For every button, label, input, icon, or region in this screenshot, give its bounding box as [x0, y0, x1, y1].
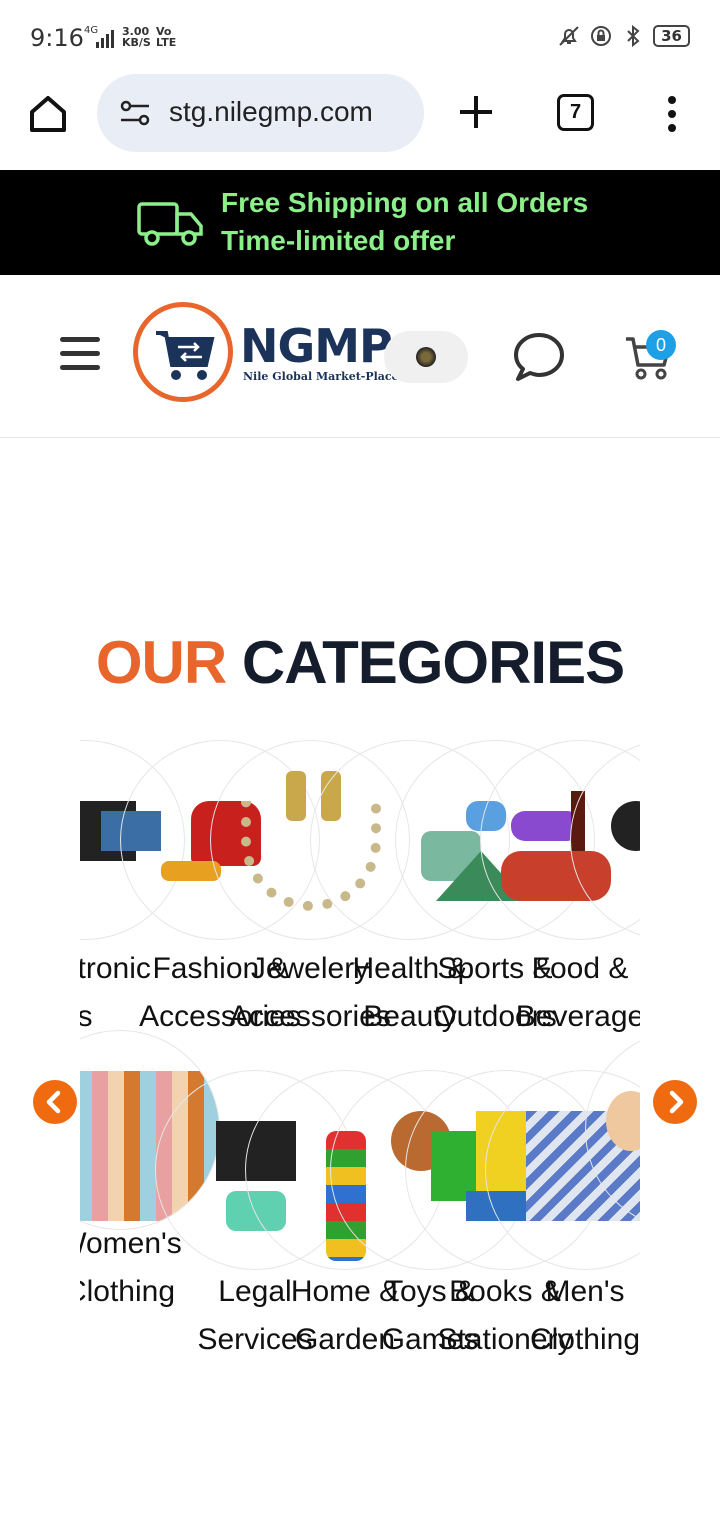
logo-tagline: Nile Global Market-Place [243, 370, 399, 383]
battery-indicator: 36 [653, 25, 690, 47]
category-label: Men's Clothing [529, 1275, 640, 1356]
category-label: A& [570, 945, 640, 993]
cart-count-badge: 0 [646, 330, 676, 360]
section-title: OUR CATEGORIES [0, 628, 720, 697]
bell-off-icon [559, 26, 579, 46]
more-options-icon[interactable] [660, 94, 684, 134]
status-time: 9:16 [30, 24, 84, 52]
address-bar[interactable]: stg.nilegmp.com [97, 74, 424, 152]
promo-line-1: Free Shipping on all Orders [221, 187, 589, 218]
logo-wordmark: NGMP [240, 319, 393, 373]
promo-banner: Free Shipping on all Orders Time-limited… [0, 170, 720, 275]
bluetooth-icon [627, 24, 640, 48]
category-label: Ba [585, 1220, 640, 1268]
logo-cart-icon [156, 331, 215, 380]
home-icon[interactable] [26, 92, 70, 136]
site-header: NGMP Nile Global Market-Place 0 [0, 275, 720, 438]
url-text: stg.nilegmp.com [169, 96, 373, 127]
menu-icon[interactable] [60, 337, 100, 373]
net-speed: 3.00 KB/S [122, 25, 151, 49]
section-title-accent: OUR [95, 629, 227, 696]
site-settings-icon[interactable] [119, 100, 151, 126]
flag-icon [416, 347, 436, 367]
categories-carousel: Electronics Fashion &Accessories Jeweler… [80, 740, 640, 1380]
chevron-right-icon [669, 1090, 684, 1114]
truck-icon [137, 202, 203, 246]
signal-icon [96, 30, 114, 48]
status-bar: 9:16 4G 3.00 KB/S Vo LTE 36 [0, 0, 720, 72]
language-selector[interactable] [384, 331, 468, 383]
section-title-main: CATEGORIES [241, 629, 625, 696]
promo-text: Free Shipping on all Orders Time-limited… [221, 184, 588, 260]
promo-line-2: Time-limited offer [221, 225, 456, 256]
carousel-prev-button[interactable] [33, 1080, 77, 1124]
tab-switcher-button[interactable]: 7 [557, 94, 594, 131]
carousel-next-button[interactable] [653, 1080, 697, 1124]
lock-rotation-icon [591, 26, 612, 46]
new-tab-icon[interactable] [456, 92, 496, 132]
chevron-left-icon [46, 1090, 61, 1114]
volte-indicator: Vo LTE [156, 25, 177, 49]
chat-icon[interactable] [512, 331, 566, 383]
logo[interactable] [133, 302, 233, 402]
browser-toolbar: stg.nilegmp.com 7 [0, 72, 720, 170]
